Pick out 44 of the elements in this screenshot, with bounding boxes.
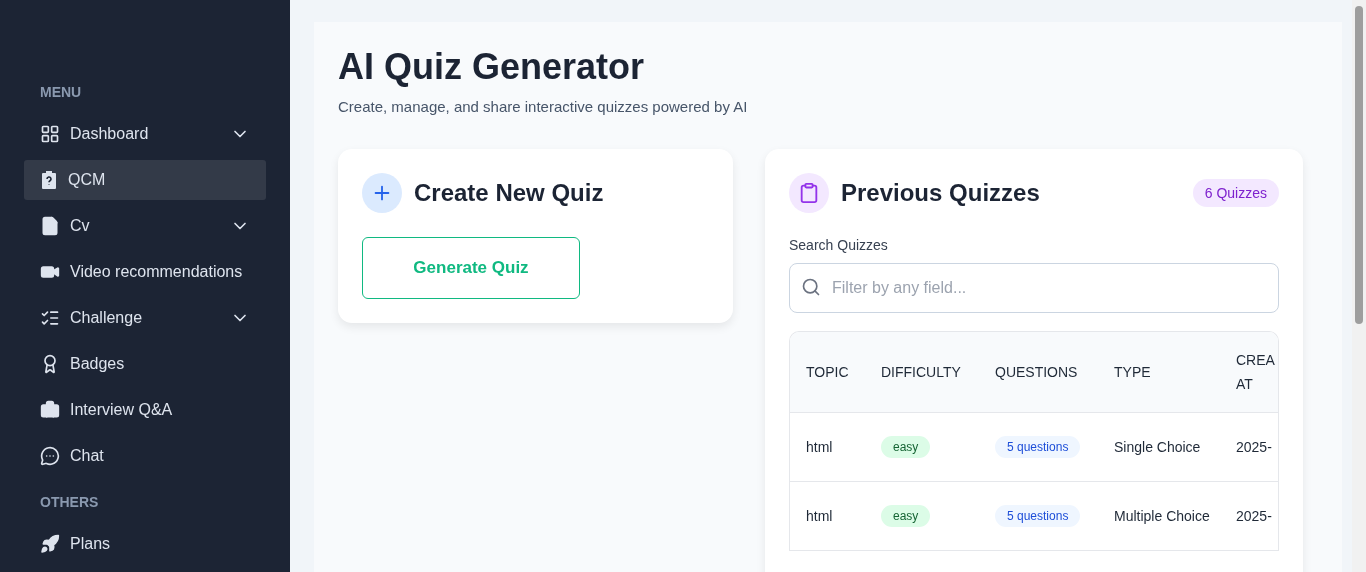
scrollbar[interactable] — [1352, 0, 1366, 572]
difficulty-badge: easy — [881, 505, 931, 527]
section-heading: MENU — [39, 83, 83, 102]
column-header: TYPE — [1098, 332, 1228, 413]
count-badge: 6 Quizzes — [1192, 179, 1279, 207]
sidebar-item[interactable]: Interview Q&A — [24, 390, 266, 430]
search-icon — [801, 277, 821, 297]
table-cell: html — [790, 481, 865, 551]
table-cell: Single Choice — [1098, 412, 1228, 482]
column-header: CREA AT — [1228, 332, 1278, 413]
page-subtitle: Create, manage, and share interactive quizzes powered by AI — [338, 98, 749, 115]
table-cell: 2025- — [1228, 412, 1278, 482]
plus-icon — [362, 173, 402, 213]
card-title: Create New Quiz — [414, 179, 605, 207]
sidebar-item[interactable]: Badges — [24, 344, 266, 384]
file-icon — [40, 216, 60, 236]
page-title: AI Quiz Generator — [338, 46, 646, 88]
sidebar-item[interactable]: Cv — [24, 206, 266, 246]
sidebar-item[interactable]: Challenge — [24, 298, 266, 338]
sidebar-item[interactable]: Chat — [24, 436, 266, 476]
card-title: Previous Quizzes — [841, 179, 1041, 207]
questions-badge: 5 questions — [995, 505, 1081, 527]
sidebar-item[interactable]: Plans — [24, 524, 266, 564]
grid-icon — [40, 124, 60, 144]
table-cell: Multiple Choice — [1098, 481, 1228, 551]
column-header: DIFFICULTY — [865, 332, 979, 413]
section-heading: OTHERS — [39, 493, 100, 512]
sidebar-item[interactable]: Dashboard — [24, 114, 266, 154]
table-cell: html — [790, 412, 865, 482]
checklist-icon — [40, 308, 60, 328]
difficulty-badge: easy — [881, 436, 931, 458]
search-field[interactable]: Filter by any field... — [789, 263, 1279, 313]
sidebar-item[interactable]: Video recommendations — [24, 252, 266, 292]
sidebar-item[interactable]: QCM — [24, 160, 266, 200]
column-header: TOPIC — [790, 332, 865, 413]
rocket-icon — [40, 534, 60, 554]
clipboard-icon — [789, 173, 829, 213]
column-header: QUESTIONS — [979, 332, 1098, 413]
search-label: Search Quizzes — [789, 237, 889, 253]
clipboard-question-icon — [40, 170, 58, 190]
chat-icon — [40, 446, 60, 466]
questions-badge: 5 questions — [995, 436, 1081, 458]
briefcase-icon — [40, 400, 60, 420]
table-cell: 2025- — [1228, 481, 1278, 551]
